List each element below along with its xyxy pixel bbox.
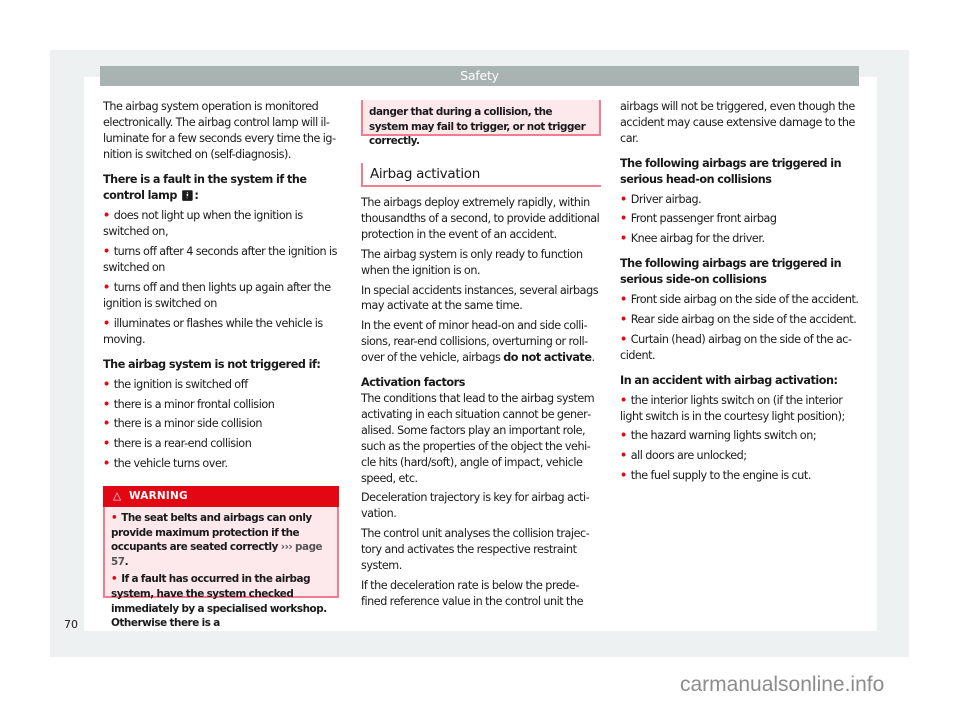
watermark: carmanualsonline.info [680,673,885,696]
bullet-icon: • [103,397,110,411]
bullet-icon: • [620,293,627,307]
list-item: • there is a rear-end collision [103,437,252,451]
paragraph: Deceleration trajectory is key for airba… [361,491,590,521]
section-title: Airbag activation [361,163,601,187]
activation-list: • the interior lights switch on (if the i… [620,393,865,485]
fault-heading-colon: : [194,188,199,202]
bullet-icon: • [620,192,627,206]
warning-label: WARNING [129,490,188,502]
bullet-icon: • [620,449,627,463]
warning-triangle-icon: △ [113,490,122,502]
bullet-icon: • [620,212,627,226]
not-triggered-heading: The airbag system is not triggered if: [103,357,321,371]
bullet-icon: • [103,245,110,259]
bullet-icon: • [103,417,110,431]
bullet-icon: • [103,209,110,223]
factors-heading: Activation factors [361,376,465,390]
list-item: • the interior lights switch on (if the i… [620,393,845,423]
paragraph: The control unit analyses the collision … [361,527,590,573]
list-item: • Driver airbag. [620,192,702,206]
list-item: • the vehicle turns over. [103,457,228,471]
bullet-icon: • [620,469,627,483]
fault-list: • does not light up when the ignition is … [103,208,343,347]
warning-continuation: danger that during a collision, the syst… [361,100,601,147]
side-on-heading: The following airbags are triggered in s… [620,257,842,287]
bullet-icon: • [111,573,118,586]
list-item: • there is a minor side collision [103,417,263,431]
list-item: • the ignition is switched off [103,377,248,391]
list-item: • does not light up when the ignition is … [103,209,303,239]
bullet-icon: • [103,457,110,471]
column-1: The airbag system operation is monitored… [103,99,343,476]
bullet-icon: • [103,437,110,451]
airbag-lamp-icon: 🚹︎ [181,190,194,202]
warning-box: △ WARNING • The seat belts and airbags ca… [103,486,339,629]
bullet-icon: • [103,377,110,391]
paragraph: In the event of minor head-on and side c… [361,319,595,365]
warning-header: △ WARNING [103,486,339,507]
bullet-icon: • [111,512,118,524]
paragraph: If the deceleration rate is below the pr… [361,578,584,608]
paragraph: airbags will not be triggered, even thou… [620,100,855,145]
link-arrows-icon: ››› [280,541,293,554]
list-item: • turns off and then lights up again afte… [103,281,331,310]
bullet-icon: • [620,332,627,346]
list-item: • the fuel supply to the engine is cut. [620,469,811,483]
paragraph: In special accidents instances, several … [361,283,599,313]
bullet-icon: • [103,316,110,330]
list-item: • Knee airbag for the driver. [620,232,765,246]
side-on-list: • Front side airbag on the side of the ac… [620,292,865,364]
paragraph: The airbags deploy extremely rapidly, wi… [361,196,600,241]
column-3: airbags will not be triggered, even thou… [620,99,865,488]
head-on-list: • Driver airbag. • Front passenger front a… [620,192,865,248]
warning-item: • The seat belts and airbags can only pro… [111,512,323,568]
paragraph: The airbag system is only ready to funct… [361,247,583,277]
intro-paragraph: The airbag system operation is monitored… [103,100,337,161]
bullet-icon: • [620,429,627,443]
activation-heading: In an accident with airbag activation: [620,373,838,387]
list-item: • the hazard warning lights switch on; [620,429,817,443]
list-item: • there is a minor frontal collision [103,397,275,411]
bullet-icon: • [620,232,627,246]
list-item: • Front side airbag on the side of the ac… [620,293,859,307]
list-item: • all doors are unlocked; [620,449,747,463]
warning-list: • The seat belts and airbags can only pro… [105,507,337,631]
list-item: • illuminates or flashes while the vehicl… [103,316,323,346]
fault-heading: There is a fault in the system if the co… [103,172,343,205]
paragraph: The conditions that lead to the airbag s… [361,391,595,485]
not-triggered-list: • the ignition is switched off • there is … [103,377,343,473]
warning-item: • If a fault has occurred in the airbag s… [111,573,327,630]
list-item: • turns off after 4 seconds after the ign… [103,245,338,275]
list-item: • Rear side airbag on the side of the acc… [620,312,857,326]
bullet-icon: • [620,312,627,326]
head-on-heading: The following airbags are triggered in s… [620,156,842,186]
chapter-header: Safety [100,66,859,86]
fault-heading-text: There is a fault in the system if the co… [103,172,307,202]
bullet-icon: • [103,281,110,295]
page-number: 70 [64,618,78,631]
bullet-icon: • [620,393,627,407]
list-item: • Front passenger front airbag [620,212,777,226]
list-item: • Curtain (head) airbag on the side of th… [620,332,853,362]
column-2: The airbags deploy extremely rapidly, wi… [361,195,601,614]
